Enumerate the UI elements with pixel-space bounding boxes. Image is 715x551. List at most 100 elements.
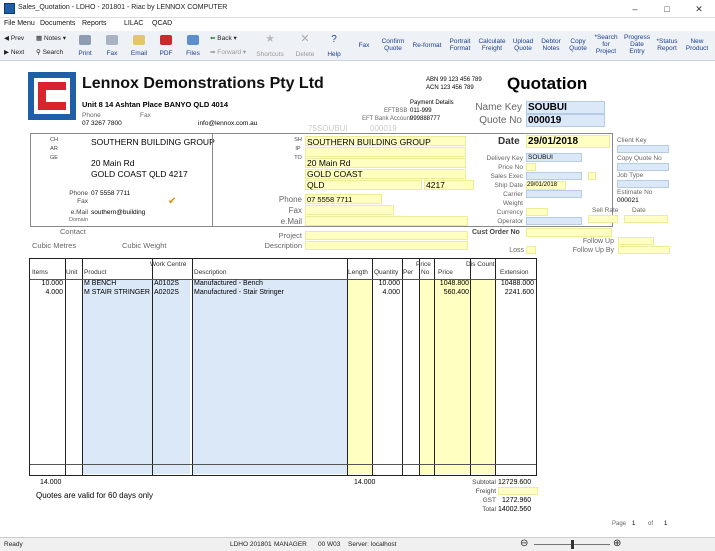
print-button[interactable]: Print — [75, 50, 95, 57]
sales-exec-field[interactable] — [526, 172, 582, 180]
row-1-description[interactable]: Manufactured - Bench — [194, 280, 263, 287]
check-icon[interactable]: ✔ — [168, 196, 176, 207]
menu-file[interactable]: File Menu — [4, 20, 35, 27]
progress-label-2: Date — [630, 41, 644, 48]
search-project-button[interactable]: *Search for Project — [592, 34, 620, 55]
charge-phone-label: Phone — [69, 190, 88, 197]
charge-addr2[interactable]: GOLD COAST QLD 4217 — [91, 169, 188, 179]
work-centre-column[interactable] — [153, 279, 190, 474]
row-2-price[interactable]: 560.400 — [434, 289, 469, 296]
search-button[interactable]: ⚲ Search — [36, 48, 63, 56]
follow-up-field[interactable] — [618, 237, 654, 245]
notes-button[interactable]: ▦ Notes ▾ — [36, 34, 66, 42]
row-1-items[interactable]: 10.000 — [32, 280, 63, 287]
copy-quote-button[interactable]: Copy Quote — [566, 38, 590, 52]
charge-name[interactable]: SOUTHERN BUILDING GROUP — [91, 137, 215, 147]
status-server: Server: localhost — [348, 541, 397, 548]
company-fax-label: Fax — [140, 112, 151, 119]
shipto-phone: 07 5558 7711 — [307, 195, 353, 204]
discount-column[interactable] — [470, 279, 495, 474]
fax-button[interactable]: Fax — [102, 50, 122, 57]
portrait-format-button[interactable]: Portrait Format — [446, 38, 474, 52]
shortcuts-button[interactable]: Shortcuts — [254, 51, 286, 58]
fax-quote-button[interactable]: Fax — [354, 42, 374, 49]
confirm-quote-button[interactable]: Confirm Quote — [378, 38, 408, 52]
close-button[interactable]: ✕ — [683, 0, 715, 18]
row-2-work-centre[interactable]: A0202S — [154, 289, 179, 296]
calculate-freight-button[interactable]: Calculate Freight — [476, 38, 508, 52]
shipto-state: QLD — [307, 180, 325, 190]
sales-exec-flag[interactable] — [588, 172, 596, 180]
price-no-column[interactable] — [420, 279, 435, 474]
delete-button[interactable]: Delete — [294, 51, 316, 58]
debtor-notes-button[interactable]: Debtor Notes — [538, 38, 564, 52]
company-email: info@lennox.com.au — [198, 120, 258, 127]
row-1-work-centre[interactable]: A0102S — [154, 280, 179, 287]
minimize-button[interactable]: – — [619, 0, 651, 18]
progress-date-button[interactable]: Progress Date Entry — [622, 34, 652, 55]
sell-rate-date-field[interactable] — [624, 215, 668, 223]
loss-field[interactable] — [526, 246, 536, 254]
zoom-out-icon[interactable]: ⊖ — [520, 538, 528, 549]
charge-email[interactable]: southern@building — [91, 209, 145, 216]
length-column[interactable] — [348, 279, 372, 474]
copy-quote-no-field[interactable] — [617, 163, 669, 171]
reformat-button[interactable]: Re-format — [410, 42, 444, 49]
files-button[interactable]: Files — [183, 50, 203, 57]
shipto-side-label: SHIPTO — [294, 137, 302, 161]
next-button[interactable]: ▶ Next — [4, 48, 24, 56]
row-1-quantity[interactable]: 10.000 — [374, 280, 400, 287]
price-column[interactable] — [435, 279, 470, 474]
cust-order-field[interactable] — [526, 228, 612, 237]
pdf-button[interactable]: PDF — [156, 50, 176, 57]
shipto-fax-field[interactable] — [305, 205, 394, 215]
carrier-field[interactable] — [526, 190, 582, 198]
row-2-description[interactable]: Manufactured - Stair Stringer — [194, 289, 284, 296]
status-bar: Ready LDHO 201801 MANAGER 00 W03 Server:… — [0, 537, 715, 551]
confirm-label: Confirm — [381, 38, 405, 45]
prev-button[interactable]: ◀ Prev — [4, 34, 24, 42]
freight-field[interactable] — [498, 487, 538, 495]
sell-rate-label: Sell Rate — [592, 207, 619, 214]
description-field[interactable] — [305, 241, 468, 250]
job-type-field[interactable] — [617, 180, 669, 188]
charge-phone[interactable]: 07 5558 7711 — [91, 190, 130, 197]
upload-quote-button[interactable]: Upload Quote — [510, 38, 536, 52]
price-no-field[interactable] — [526, 163, 536, 171]
menu-reports[interactable]: Reports — [82, 20, 107, 27]
operator-field[interactable] — [526, 217, 582, 225]
forward-button[interactable]: ➡ Forward ▾ — [210, 48, 246, 56]
subtotal-value: 12729.600 — [498, 479, 532, 486]
follow-up-by-field[interactable] — [618, 246, 670, 254]
sell-rate-field[interactable] — [588, 215, 618, 223]
menu-qcad[interactable]: QCAD — [152, 20, 172, 27]
row-1-extension: 10488.000 — [500, 280, 534, 287]
zoom-slider-thumb[interactable] — [571, 540, 574, 549]
row-1-product[interactable]: M BENCH — [84, 280, 116, 287]
new-product-button[interactable]: New Product — [682, 38, 712, 52]
email-button[interactable]: Email — [127, 50, 151, 57]
shipto-name: SOUTHERN BUILDING GROUP — [307, 137, 431, 147]
help-button[interactable]: Help — [323, 51, 345, 58]
shipto-line2-field[interactable] — [305, 147, 466, 157]
maximize-button[interactable]: □ — [651, 0, 683, 18]
shipto-email-field[interactable] — [305, 216, 468, 226]
row-2-product[interactable]: M STAIR STRINGER — [84, 289, 150, 296]
row-2-quantity[interactable]: 4.000 — [374, 289, 400, 296]
description-column[interactable] — [193, 279, 348, 474]
back-button[interactable]: ⬅ Back ▾ — [210, 34, 237, 42]
currency-field[interactable] — [526, 208, 548, 216]
carrier-label: Carrier — [503, 191, 523, 198]
row-2-items[interactable]: 4.000 — [32, 289, 63, 296]
client-key-field[interactable] — [617, 145, 669, 153]
charge-addr1[interactable]: 20 Main Rd — [91, 158, 134, 168]
delete-icon: ✕ — [300, 33, 310, 45]
status-report-button[interactable]: *Status Report — [654, 38, 680, 52]
delivery-key-label: Delivery Key — [486, 155, 523, 162]
project-field[interactable] — [305, 231, 468, 240]
row-1-price[interactable]: 1048.800 — [434, 280, 469, 287]
product-column[interactable] — [83, 279, 153, 474]
zoom-in-icon[interactable]: ⊕ — [613, 538, 621, 549]
menu-documents[interactable]: Documents — [40, 20, 75, 27]
menu-lilac[interactable]: LILAC — [124, 20, 143, 27]
